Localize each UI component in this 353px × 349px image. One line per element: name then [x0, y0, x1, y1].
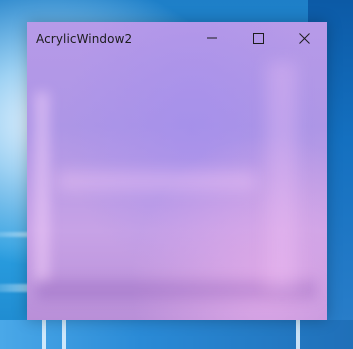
- maximize-icon: [252, 32, 264, 44]
- desktop-background: AcrylicWindow2: [0, 0, 353, 349]
- title-bar[interactable]: AcrylicWindow2: [27, 22, 327, 54]
- wallpaper-bottom-strip: [0, 320, 353, 349]
- minimize-button[interactable]: [189, 22, 235, 54]
- wallpaper-divider: [42, 320, 46, 349]
- close-icon: [298, 32, 310, 44]
- acrylic-blur-highlight: [267, 62, 297, 292]
- window-title: AcrylicWindow2: [36, 32, 133, 46]
- close-button[interactable]: [281, 22, 327, 54]
- maximize-button[interactable]: [235, 22, 281, 54]
- wallpaper-divider: [62, 320, 66, 349]
- wallpaper-divider: [296, 320, 300, 349]
- acrylic-blur-highlight: [57, 172, 257, 190]
- acrylic-window[interactable]: AcrylicWindow2: [27, 22, 327, 320]
- minimize-icon: [207, 37, 217, 39]
- acrylic-blur-highlight: [35, 92, 49, 282]
